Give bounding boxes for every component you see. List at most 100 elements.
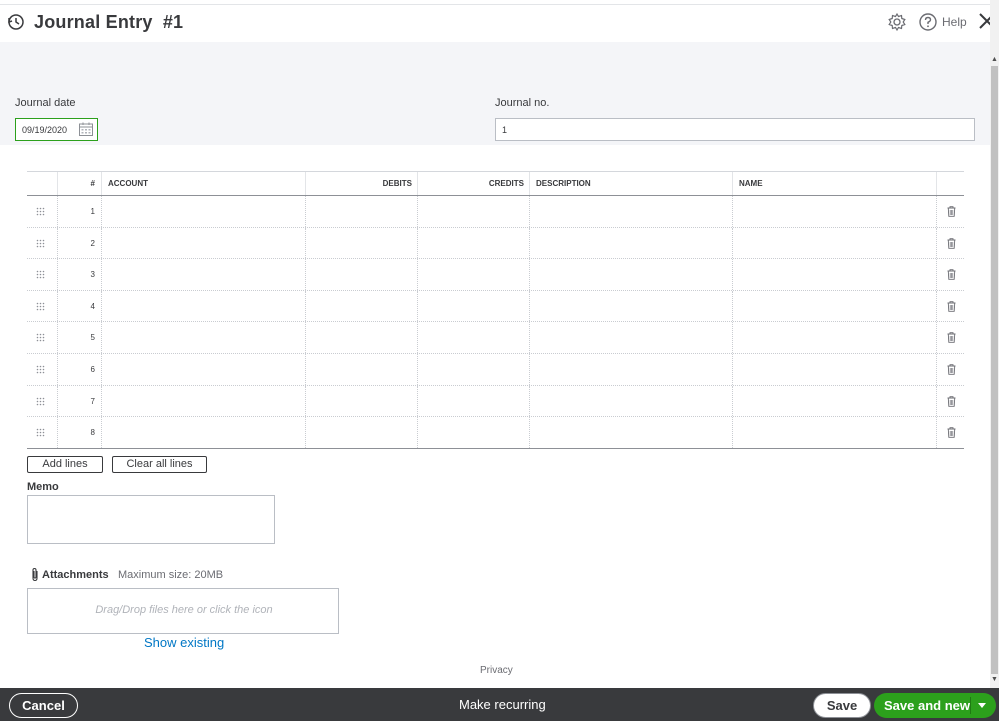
- description-cell[interactable]: [529, 196, 732, 227]
- attachments-max-size: Maximum size: 20MB: [118, 569, 224, 581]
- drag-cell[interactable]: [27, 354, 57, 385]
- debits-cell[interactable]: [305, 353, 417, 385]
- debits-cell[interactable]: [305, 385, 417, 417]
- account-cell[interactable]: [101, 290, 305, 322]
- name-cell[interactable]: [732, 385, 936, 417]
- account-cell[interactable]: [101, 385, 305, 417]
- recent-transactions-icon[interactable]: [6, 12, 26, 32]
- trash-icon[interactable]: [947, 332, 956, 344]
- row-number: 8: [90, 428, 95, 438]
- privacy-link[interactable]: Privacy: [480, 665, 513, 676]
- name-cell[interactable]: [732, 196, 936, 227]
- calendar-icon[interactable]: [78, 121, 94, 137]
- row-number-cell: 7: [57, 385, 101, 417]
- drag-cell[interactable]: [27, 196, 57, 227]
- account-cell[interactable]: [101, 196, 305, 227]
- trash-icon[interactable]: [947, 237, 956, 249]
- help-link[interactable]: Help: [942, 15, 967, 29]
- trash-icon[interactable]: [947, 206, 956, 217]
- credits-cell[interactable]: [417, 322, 529, 353]
- row-number: 3: [90, 270, 95, 280]
- credits-cell[interactable]: [417, 353, 529, 385]
- drag-handle-icon[interactable]: [36, 270, 45, 279]
- drag-handle-icon[interactable]: [36, 397, 45, 406]
- attachment-drop-zone[interactable]: Drag/Drop files here or click the icon: [27, 588, 339, 634]
- description-cell[interactable]: [529, 259, 732, 290]
- row-number-cell: 4: [57, 290, 101, 322]
- chevron-down-icon[interactable]: [978, 703, 986, 708]
- trash-icon[interactable]: [947, 427, 956, 438]
- debits-cell[interactable]: [305, 417, 417, 448]
- drag-handle-icon[interactable]: [36, 302, 45, 311]
- drag-cell[interactable]: [27, 386, 57, 417]
- name-cell[interactable]: [732, 417, 936, 448]
- debits-cell[interactable]: [305, 259, 417, 290]
- name-cell[interactable]: [732, 259, 936, 290]
- name-cell[interactable]: [732, 353, 936, 385]
- save-and-new-button[interactable]: Save and new: [874, 693, 996, 718]
- description-cell[interactable]: [529, 290, 732, 322]
- row-number: 5: [90, 333, 95, 343]
- drag-handle-icon[interactable]: [36, 365, 45, 374]
- drag-handle-icon[interactable]: [36, 333, 45, 342]
- drag-cell[interactable]: [27, 259, 57, 290]
- clear-all-lines-button[interactable]: Clear all lines: [112, 456, 207, 473]
- drag-handle-icon[interactable]: [36, 207, 45, 216]
- description-cell[interactable]: [529, 227, 732, 259]
- top-border: [0, 0, 999, 5]
- credits-cell[interactable]: [417, 417, 529, 448]
- show-existing-link[interactable]: Show existing: [144, 635, 224, 650]
- name-cell[interactable]: [732, 322, 936, 353]
- trash-icon[interactable]: [947, 364, 956, 375]
- drag-cell[interactable]: [27, 228, 57, 259]
- make-recurring-link[interactable]: Make recurring: [459, 697, 546, 712]
- description-cell[interactable]: [529, 322, 732, 353]
- debits-cell[interactable]: [305, 322, 417, 353]
- delete-cell: [936, 290, 964, 322]
- account-cell[interactable]: [101, 417, 305, 448]
- split-divider: [970, 697, 971, 714]
- row-number-cell: 8: [57, 417, 101, 448]
- debits-cell[interactable]: [305, 290, 417, 322]
- save-button[interactable]: Save: [813, 693, 871, 718]
- scroll-down-arrow-icon[interactable]: ▼: [991, 676, 998, 684]
- memo-textarea[interactable]: [27, 495, 275, 544]
- debits-cell[interactable]: [305, 196, 417, 227]
- name-cell[interactable]: [732, 290, 936, 322]
- drag-cell[interactable]: [27, 291, 57, 322]
- gear-icon[interactable]: [887, 12, 907, 32]
- debits-cell[interactable]: [305, 227, 417, 259]
- account-cell[interactable]: [101, 227, 305, 259]
- credits-cell[interactable]: [417, 290, 529, 322]
- credits-cell[interactable]: [417, 385, 529, 417]
- drag-handle-icon[interactable]: [36, 239, 45, 248]
- add-lines-button[interactable]: Add lines: [27, 456, 103, 473]
- paperclip-icon[interactable]: [29, 567, 41, 582]
- trash-icon[interactable]: [947, 301, 956, 312]
- scroll-up-arrow-icon[interactable]: ▲: [991, 56, 998, 64]
- trash-icon[interactable]: [947, 395, 956, 407]
- description-cell[interactable]: [529, 353, 732, 385]
- cancel-button[interactable]: Cancel: [9, 693, 78, 718]
- account-cell[interactable]: [101, 353, 305, 385]
- help-icon[interactable]: [918, 12, 938, 32]
- credits-cell[interactable]: [417, 196, 529, 227]
- drag-cell[interactable]: [27, 417, 57, 448]
- credits-cell[interactable]: [417, 259, 529, 290]
- account-cell[interactable]: [101, 259, 305, 290]
- trash-icon[interactable]: [947, 269, 956, 280]
- credits-cell[interactable]: [417, 227, 529, 259]
- journal-lines-table: # ACCOUNT DEBITS CREDITS DESCRIPTION NAM…: [27, 171, 964, 449]
- account-cell[interactable]: [101, 322, 305, 353]
- description-cell[interactable]: [529, 417, 732, 448]
- scrollbar-thumb[interactable]: [991, 66, 998, 674]
- journal-no-input[interactable]: 1: [495, 118, 975, 141]
- row-number-cell: 3: [57, 259, 101, 290]
- drag-handle-icon[interactable]: [36, 428, 45, 437]
- table-body: 1 2 3 4 5 6 7 8: [27, 196, 964, 449]
- table-row: 7: [27, 385, 964, 418]
- description-cell[interactable]: [529, 385, 732, 417]
- delete-cell: [936, 227, 964, 259]
- name-cell[interactable]: [732, 227, 936, 259]
- drag-cell[interactable]: [27, 322, 57, 353]
